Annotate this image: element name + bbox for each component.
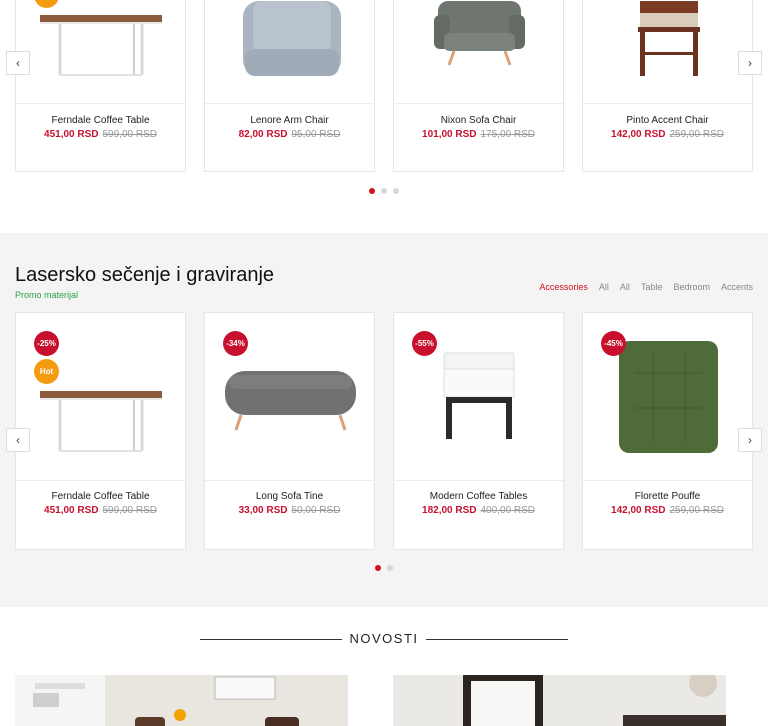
product-prices: 182,00 RSD 400,00 RSD: [394, 505, 563, 516]
hot-badge: Hot: [34, 359, 59, 384]
news-section: NOVOSTI: [0, 607, 768, 726]
product-prices: 101,00 RSD 175,00 RSD: [394, 129, 563, 140]
pagination-dot[interactable]: [387, 565, 393, 571]
product-old-price: 50,00 RSD: [291, 505, 341, 516]
discount-badge: -34%: [223, 331, 248, 356]
product-card[interactable]: Pinto Accent Chair 142,00 RSD 259,00 RSD: [582, 0, 753, 172]
title-divider-right: [426, 639, 568, 640]
product-price: 142,00 RSD: [611, 129, 666, 140]
product-price: 182,00 RSD: [422, 505, 477, 516]
product-old-price: 599,00 RSD: [102, 505, 157, 516]
product-card[interactable]: Nixon Sofa Chair 101,00 RSD 175,00 RSD: [393, 0, 564, 172]
product-image[interactable]: [583, 0, 752, 104]
chevron-left-icon: ‹: [16, 56, 20, 70]
category-filters: Accessories All All Table Bedroom Accent…: [539, 282, 753, 292]
product-old-price: 400,00 RSD: [480, 505, 535, 516]
filter-all[interactable]: All: [599, 282, 609, 292]
carousel-prev-button[interactable]: ‹: [6, 428, 30, 452]
carousel-pagination: [369, 188, 399, 194]
product-name[interactable]: Long Sofa Tine: [205, 491, 374, 502]
discount-badge: -45%: [601, 331, 626, 356]
discount-badge: -25%: [34, 331, 59, 356]
product-card[interactable]: -34% Long Sofa Tine 33,00 RSD 50,00 RSD: [204, 312, 375, 550]
chevron-right-icon: ›: [748, 56, 752, 70]
filter-accents[interactable]: Accents: [721, 282, 753, 292]
product-prices: 33,00 RSD 50,00 RSD: [205, 505, 374, 516]
product-name[interactable]: Lenore Arm Chair: [205, 115, 374, 126]
product-name[interactable]: Ferndale Coffee Table: [16, 491, 185, 502]
product-card[interactable]: Lenore Arm Chair 82,00 RSD 95,00 RSD: [204, 0, 375, 172]
product-prices: 142,00 RSD 259,00 RSD: [583, 505, 752, 516]
chevron-right-icon: ›: [748, 433, 752, 447]
section-title: Lasersko sečenje i graviranje: [15, 264, 275, 286]
product-price: 142,00 RSD: [611, 505, 666, 516]
carousel-next-button[interactable]: ›: [738, 428, 762, 452]
section-title: NOVOSTI: [349, 631, 419, 646]
product-price: 33,00 RSD: [238, 505, 288, 516]
product-price: 451,00 RSD: [44, 129, 99, 140]
filter-all-2[interactable]: All: [620, 282, 630, 292]
pagination-dot[interactable]: [369, 188, 375, 194]
product-old-price: 175,00 RSD: [480, 129, 535, 140]
product-name[interactable]: Nixon Sofa Chair: [394, 115, 563, 126]
filter-table[interactable]: Table: [641, 282, 663, 292]
product-old-price: 259,00 RSD: [669, 505, 724, 516]
laser-cutting-section: Lasersko sečenje i graviranje Promo mate…: [0, 233, 768, 607]
product-card[interactable]: -45% Florette Pouffe 142,00 RSD 259,00 RS…: [582, 312, 753, 550]
pagination-dot[interactable]: [375, 565, 381, 571]
product-image[interactable]: [16, 0, 185, 104]
filter-bedroom[interactable]: Bedroom: [673, 282, 710, 292]
product-image[interactable]: [394, 0, 563, 104]
pagination-dot[interactable]: [393, 188, 399, 194]
carousel-pagination: [375, 565, 393, 571]
page: Ferndale Coffee Table 451,00 RSD 599,00 R…: [0, 0, 768, 726]
product-old-price: 599,00 RSD: [102, 129, 157, 140]
pagination-dot[interactable]: [381, 188, 387, 194]
section-subtitle: Promo materijal: [15, 290, 79, 300]
product-card[interactable]: Ferndale Coffee Table 451,00 RSD 599,00 R…: [15, 0, 186, 172]
product-prices: 451,00 RSD 599,00 RSD: [16, 505, 185, 516]
product-name[interactable]: Modern Coffee Tables: [394, 491, 563, 502]
product-old-price: 95,00 RSD: [291, 129, 341, 140]
product-name[interactable]: Ferndale Coffee Table: [16, 115, 185, 126]
product-price: 451,00 RSD: [44, 505, 99, 516]
product-name[interactable]: Florette Pouffe: [583, 491, 752, 502]
filter-accessories[interactable]: Accessories: [539, 282, 588, 292]
product-price: 82,00 RSD: [238, 129, 288, 140]
product-card[interactable]: -55% Modern Coffee Tables 182,00 RSD 400,…: [393, 312, 564, 550]
chevron-left-icon: ‹: [16, 433, 20, 447]
product-price: 101,00 RSD: [422, 129, 477, 140]
product-prices: 82,00 RSD 95,00 RSD: [205, 129, 374, 140]
carousel-prev-button[interactable]: ‹: [6, 51, 30, 75]
discount-badge: -55%: [412, 331, 437, 356]
product-prices: 451,00 RSD 599,00 RSD: [16, 129, 185, 140]
product-old-price: 259,00 RSD: [669, 129, 724, 140]
carousel-next-button[interactable]: ›: [738, 51, 762, 75]
product-image[interactable]: [205, 0, 374, 104]
product-prices: 142,00 RSD 259,00 RSD: [583, 129, 752, 140]
top-product-carousel: Ferndale Coffee Table 451,00 RSD 599,00 R…: [0, 0, 768, 233]
news-image[interactable]: [393, 675, 726, 726]
news-image[interactable]: [15, 675, 348, 726]
product-card[interactable]: -25% Hot Ferndale Coffee Table 451,00 RS…: [15, 312, 186, 550]
product-name[interactable]: Pinto Accent Chair: [583, 115, 752, 126]
